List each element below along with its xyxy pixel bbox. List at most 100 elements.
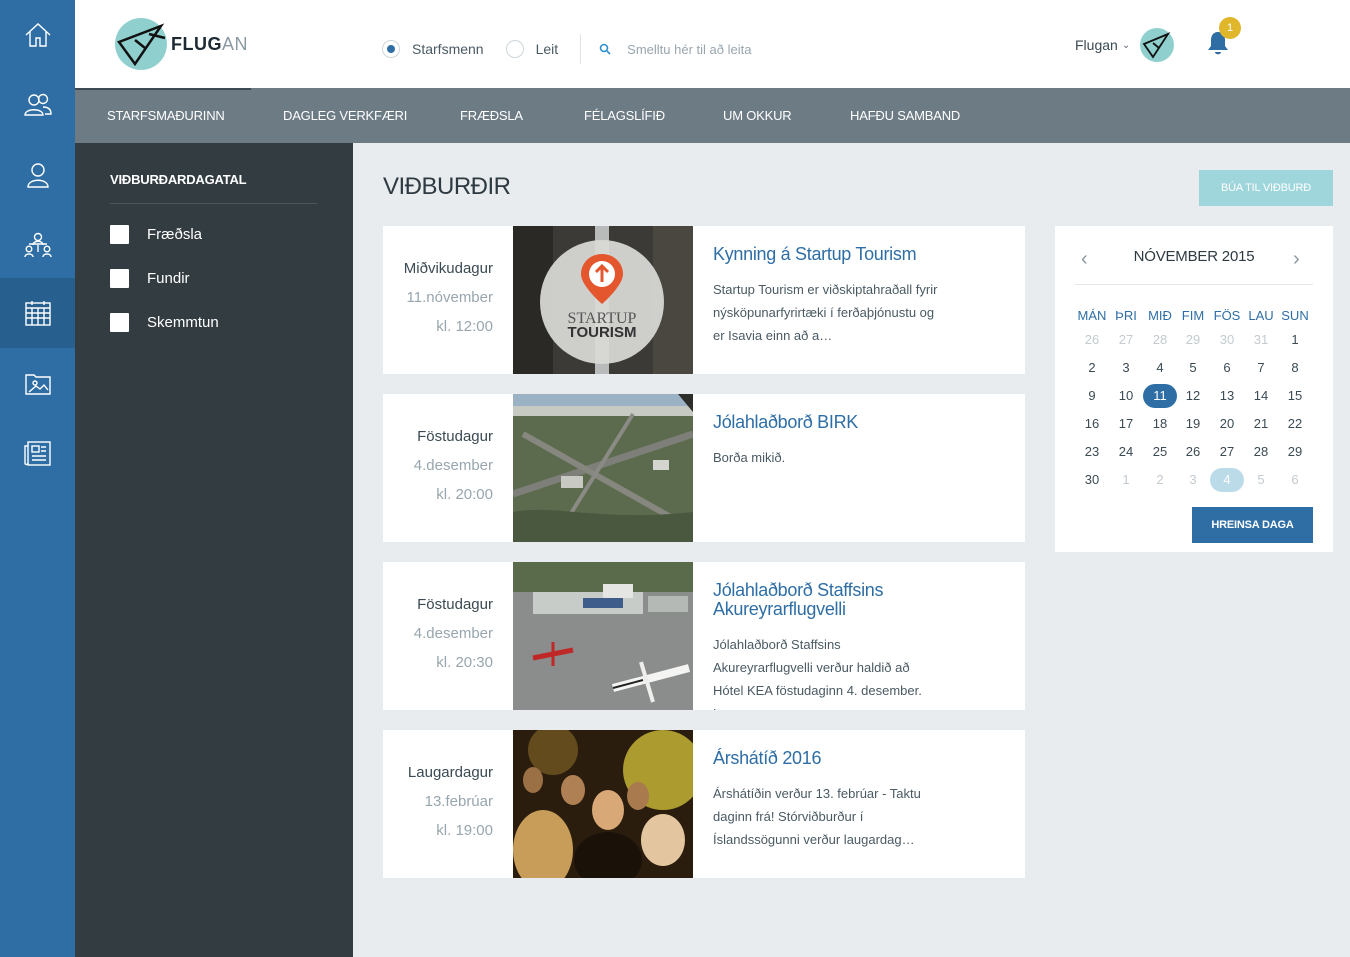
event-day: Laugardagur <box>407 764 493 781</box>
rail-home[interactable] <box>0 0 75 70</box>
calendar-day[interactable]: 6 <box>1278 468 1312 492</box>
calendar-day[interactable]: 2 <box>1143 468 1177 492</box>
user-name: Flugan <box>1075 37 1118 53</box>
checkbox[interactable] <box>110 313 129 332</box>
event-card[interactable]: Miðvikudagur 11.nóvember kl. 12:00 START… <box>383 226 1025 374</box>
weekday-header: LAU <box>1248 308 1274 323</box>
calendar-day[interactable]: 9 <box>1075 384 1109 408</box>
event-time: kl. 20:00 <box>436 486 493 503</box>
event-title[interactable]: Jólahlaðborð BIRK <box>713 413 963 432</box>
weekday-header: SUN <box>1281 308 1309 323</box>
rail-news[interactable] <box>0 418 75 488</box>
calendar-day[interactable]: 4 <box>1210 468 1244 492</box>
event-image-startup-tourism[interactable]: STARTUP TOURISM <box>513 226 693 374</box>
event-title[interactable]: Kynning á Startup Tourism <box>713 245 963 264</box>
create-event-button[interactable]: BÚA TIL VIÐBURÐ <box>1199 170 1333 206</box>
calendar-day[interactable]: 17 <box>1109 412 1143 436</box>
calendar-day[interactable]: 5 <box>1176 356 1210 380</box>
event-image-akureyri-airport[interactable] <box>513 562 693 710</box>
radio-dot-checked <box>382 40 400 58</box>
checkbox[interactable] <box>110 269 129 288</box>
calendar-day[interactable]: 18 <box>1143 412 1177 436</box>
filter-skemmtun[interactable]: Skemmtun <box>110 313 219 332</box>
calendar-day[interactable]: 11 <box>1143 384 1177 408</box>
nav-hafdu-samband[interactable]: HAFÐU SAMBAND <box>850 88 960 143</box>
calendar-day[interactable]: 20 <box>1210 412 1244 436</box>
calendar-day[interactable]: 2 <box>1075 356 1109 380</box>
calendar-day[interactable]: 10 <box>1109 384 1143 408</box>
calendar-day[interactable]: 7 <box>1244 356 1278 380</box>
calendar-day[interactable]: 25 <box>1143 440 1177 464</box>
checkbox[interactable] <box>110 225 129 244</box>
chevron-down-icon: ⌄ <box>1121 39 1131 51</box>
calendar-day[interactable]: 12 <box>1176 384 1210 408</box>
calendar-day[interactable]: 26 <box>1075 328 1109 352</box>
calendar-day[interactable]: 15 <box>1278 384 1312 408</box>
calendar-day[interactable]: 26 <box>1176 440 1210 464</box>
calendar-day[interactable]: 19 <box>1176 412 1210 436</box>
calendar-day[interactable]: 23 <box>1075 440 1109 464</box>
calendar-day[interactable]: 30 <box>1210 328 1244 352</box>
calendar-day[interactable]: 5 <box>1244 468 1278 492</box>
calendar-day[interactable]: 13 <box>1210 384 1244 408</box>
event-description: Jólahlaðborð Staffsins Akureyrarflugvell… <box>713 637 922 710</box>
nav-fraedsla[interactable]: FRÆÐSLA <box>460 88 523 143</box>
search-input[interactable]: Smelltu hér til að leita <box>599 42 751 57</box>
event-title[interactable]: Jólahlaðborð Staffsins Akureyrarflugvell… <box>713 581 963 619</box>
calendar-day[interactable]: 31 <box>1244 328 1278 352</box>
rail-org[interactable] <box>0 210 75 280</box>
calendar-day[interactable]: 8 <box>1278 356 1312 380</box>
logo[interactable]: FLUGAN <box>115 18 248 70</box>
calendar-day[interactable]: 3 <box>1176 468 1210 492</box>
calendar-day[interactable]: 16 <box>1075 412 1109 436</box>
calendar-day[interactable]: 22 <box>1278 412 1312 436</box>
calendar-day[interactable]: 27 <box>1210 440 1244 464</box>
search-placeholder: Smelltu hér til að leita <box>627 41 752 57</box>
calendar-day[interactable]: 1 <box>1109 468 1143 492</box>
nav-starfsmadurinn[interactable]: STARFSMAÐURINN <box>75 88 251 143</box>
user-menu[interactable]: Flugan ⌄ <box>1075 28 1175 62</box>
calendar-day[interactable]: 6 <box>1210 356 1244 380</box>
rail-calendar[interactable] <box>0 278 75 348</box>
calendar-day[interactable]: 27 <box>1109 328 1143 352</box>
nav-um-okkur[interactable]: UM OKKUR <box>723 88 792 143</box>
rail-profile[interactable] <box>0 140 75 210</box>
main-nav: STARFSMAÐURINN DAGLEG VERKFÆRI FRÆÐSLA F… <box>75 88 1350 143</box>
calendar-day[interactable]: 1 <box>1278 328 1312 352</box>
calendar-day[interactable]: 24 <box>1109 440 1143 464</box>
event-card[interactable]: Laugardagur 13.febrúar kl. 19:00 Árshátí… <box>383 730 1025 878</box>
nav-dagleg-verkfaeri[interactable]: DAGLEG VERKFÆRI <box>283 88 407 143</box>
calendar-day[interactable]: 29 <box>1278 440 1312 464</box>
calendar-day[interactable]: 28 <box>1143 328 1177 352</box>
plane-logo-icon <box>117 23 166 67</box>
filter-fraedsla[interactable]: Fræðsla <box>110 225 202 244</box>
calendar-day[interactable]: 3 <box>1109 356 1143 380</box>
nav-felagslifid[interactable]: FÉLAGSLÍFIÐ <box>584 88 665 143</box>
rail-photos[interactable] <box>0 348 75 418</box>
calendar-day[interactable]: 4 <box>1143 356 1177 380</box>
calendar-day[interactable]: 21 <box>1244 412 1278 436</box>
radio-dot <box>505 40 524 58</box>
clear-days-button[interactable]: HREINSA DAGA <box>1192 507 1313 543</box>
calendar-day[interactable]: 29 <box>1176 328 1210 352</box>
top-header: FLUGAN Starfsmenn Leit Smelltu hér til a… <box>75 0 1350 88</box>
radio-starfsmenn[interactable]: Starfsmenn <box>382 40 484 58</box>
event-day: Föstudagur <box>417 428 493 445</box>
event-image-party-crowd[interactable] <box>513 730 693 878</box>
event-title[interactable]: Árshátíð 2016 <box>713 749 963 768</box>
chevron-right-icon[interactable]: › <box>1293 248 1300 271</box>
avatar[interactable] <box>1140 28 1175 62</box>
calendar-day[interactable]: 14 <box>1244 384 1278 408</box>
event-date: Föstudagur 4.desember kl. 20:00 <box>383 394 513 542</box>
radio-leit[interactable]: Leit <box>505 40 558 58</box>
calendar-widget: ‹ NÓVEMBER 2015 › MÁN ÞRI MIÐ FIM FÖS LAU SUN 2… <box>1055 226 1333 552</box>
calendar-day[interactable]: 28 <box>1244 440 1278 464</box>
event-card[interactable]: Föstudagur 4.desember kl. 20:00 Jólahlað… <box>383 394 1025 542</box>
calendar-day[interactable]: 30 <box>1075 468 1109 492</box>
event-date-text: 11.nóvember <box>406 289 493 306</box>
filter-fundir[interactable]: Fundir <box>110 269 190 288</box>
news-icon <box>23 441 51 466</box>
event-image-airport-aerial[interactable] <box>513 394 693 542</box>
rail-people[interactable] <box>0 70 75 140</box>
event-card[interactable]: Föstudagur 4.desember kl. 20:30 Jólahlað… <box>383 562 1025 710</box>
